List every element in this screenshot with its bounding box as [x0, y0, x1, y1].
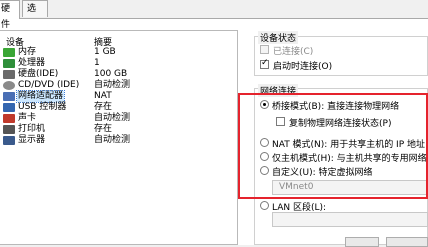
connect-at-power-on-label: 启动时连接(O) — [273, 62, 333, 72]
device-summary: 1 GB — [94, 47, 116, 57]
device-summary: 100 GB — [94, 69, 128, 79]
tab-hardware-label: 硬件 — [1, 4, 11, 30]
usb-icon — [3, 103, 15, 112]
tab-options[interactable]: 选项 — [22, 0, 48, 30]
device-row[interactable]: 硬盘(IDE) 100 GB — [0, 69, 236, 80]
lan-segments-button[interactable] — [345, 237, 379, 247]
device-name: 内存 — [18, 47, 37, 57]
printer-icon — [3, 125, 15, 134]
device-summary: 自动检测 — [94, 80, 131, 90]
device-row[interactable]: 打印机 存在 — [0, 124, 236, 135]
device-name: 声卡 — [18, 113, 37, 123]
device-row[interactable]: 内存 1 GB — [0, 47, 236, 58]
device-summary: 自动检测 — [94, 113, 131, 123]
processor-icon — [3, 59, 15, 68]
device-summary: 存在 — [94, 124, 113, 134]
device-summary: NAT — [94, 91, 112, 101]
device-name: 处理器 — [18, 58, 46, 68]
tab-hardware[interactable]: 硬件 — [0, 0, 20, 30]
monitor-icon — [3, 136, 15, 145]
device-row[interactable]: CD/DVD (IDE) 自动检测 — [0, 80, 236, 91]
device-row[interactable]: 网络适配器 NAT — [0, 90, 236, 103]
device-column-header[interactable]: 设备 — [6, 35, 24, 48]
device-summary: 存在 — [94, 102, 113, 112]
device-row[interactable]: 显示器 自动检测 — [0, 135, 236, 146]
device-name: USB 控制器 — [18, 102, 67, 112]
sound-card-icon — [3, 114, 15, 123]
device-summary: 1 — [94, 58, 100, 68]
summary-column-header[interactable]: 摘要 — [94, 35, 112, 48]
highlight-box — [238, 93, 428, 199]
device-name: 显示器 — [18, 135, 46, 145]
device-row[interactable]: USB 控制器 存在 — [0, 102, 236, 113]
advanced-button[interactable] — [386, 237, 428, 247]
network-adapter-icon — [3, 92, 15, 101]
cd-dvd-icon — [3, 81, 15, 90]
device-summary: 自动检测 — [94, 135, 131, 145]
device-name: 网络适配器 — [15, 90, 66, 103]
device-row[interactable]: 声卡 自动检测 — [0, 113, 236, 124]
connected-checkbox[interactable] — [260, 45, 269, 54]
connected-label: 已连接(C) — [273, 47, 314, 57]
harddisk-icon — [3, 70, 15, 79]
device-name: 硬盘(IDE) — [18, 69, 59, 79]
device-row[interactable]: 处理器 1 — [0, 58, 236, 69]
lan-segment-radio[interactable] — [260, 201, 269, 210]
lan-segment-select[interactable] — [272, 212, 428, 227]
memory-icon — [3, 48, 15, 57]
device-status-title: 设备状态 — [258, 31, 299, 44]
connect-at-power-on-checkbox[interactable] — [260, 58, 269, 69]
device-name: CD/DVD (IDE) — [18, 80, 80, 90]
device-name: 打印机 — [18, 124, 46, 134]
